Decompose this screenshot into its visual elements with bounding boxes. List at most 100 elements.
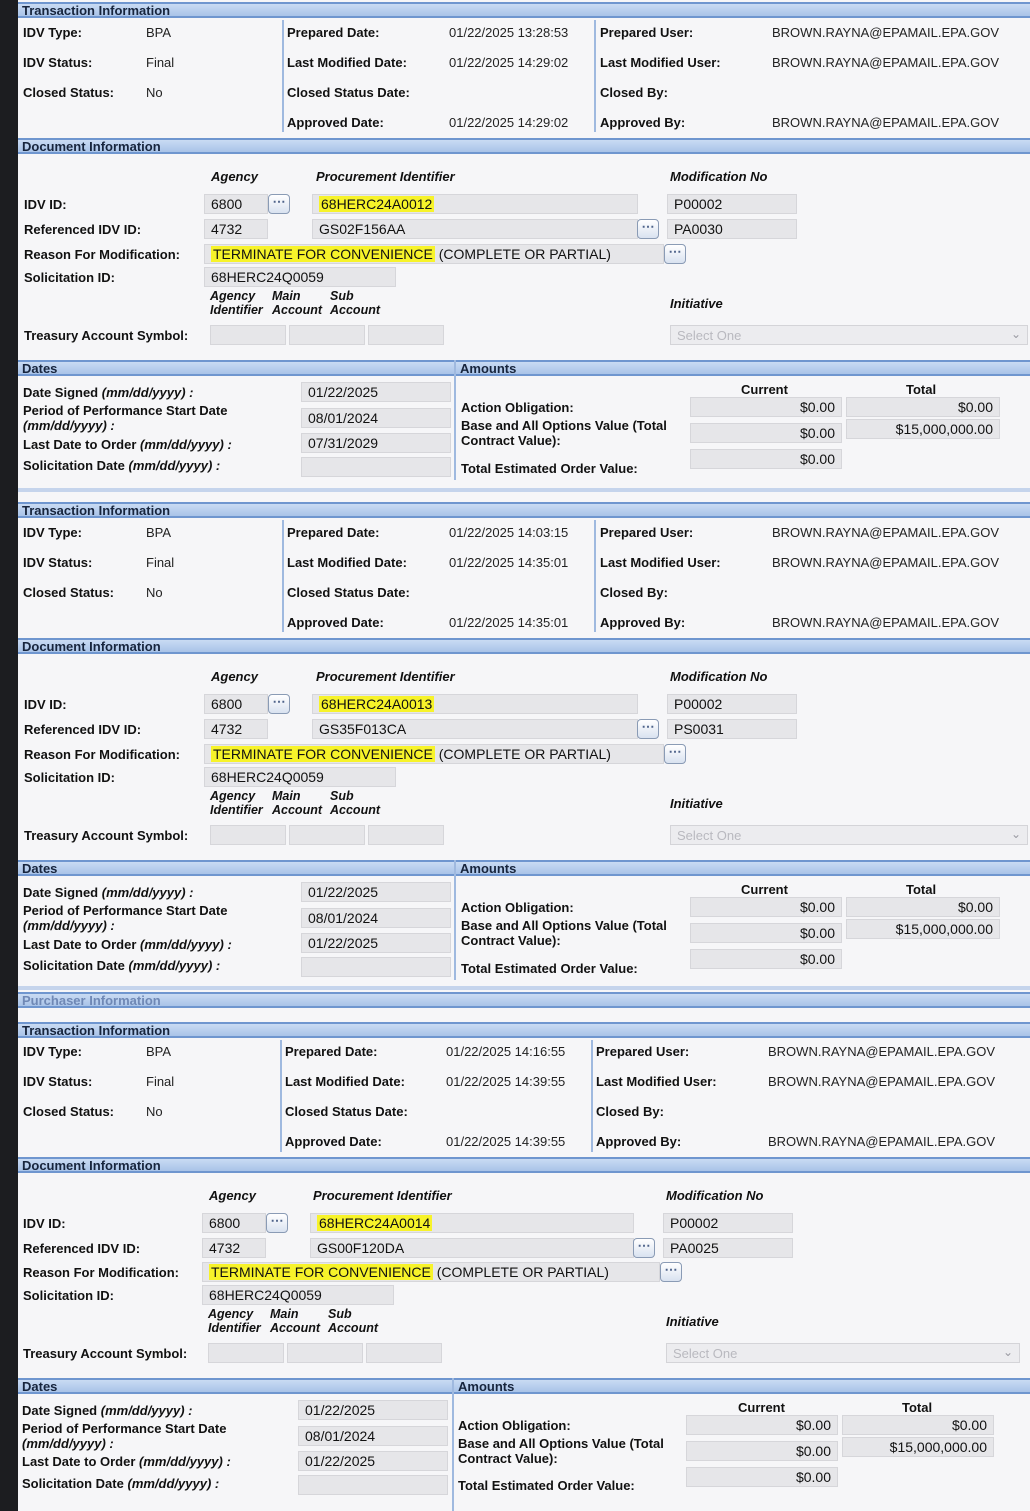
reason-lookup-button[interactable]: ⋯ [664,244,686,264]
tas-agency-input[interactable] [210,325,286,345]
tas-sub-account-line1: Sub [330,289,354,303]
treasury-account-symbol-label: Treasury Account Symbol: [24,328,189,343]
tas-main-account-line2: Account [272,803,322,817]
date-signed-text: Date Signed [22,1403,98,1418]
base-all-options-current: $0.00 [690,423,842,443]
pop-start-text: Period of Performance Start Date [22,1421,227,1436]
purchaser-info-header: Purchaser Information [18,992,1030,1008]
tas-sub-account-input[interactable] [368,825,444,845]
pop-start-field: 08/01/2024 [301,908,451,928]
closed-by-label: Closed By: [600,585,668,600]
tas-sub-account-input[interactable] [368,325,444,345]
solicitation-date-label: Solicitation Date (mm/dd/yyyy) : [23,958,220,973]
tas-agency-identifier-header: Agency Identifier [210,289,263,317]
initiative-select[interactable]: Select One ⌄ [670,825,1028,845]
solicitation-date-field [301,957,451,977]
date-format: (mm/dd/yyyy) : [140,937,232,952]
highlighted-procurement-id: 68HERC24A0014 [317,1215,433,1231]
transaction-info-header: Transaction Information [18,1022,1030,1038]
idv-procurement-id-field: 68HERC24A0014 [310,1213,634,1233]
idv-lookup-button[interactable]: ⋯ [266,1213,288,1233]
closed-status-value: No [146,1104,163,1119]
tas-sub-account-line2: Account [328,1321,378,1335]
idv-type-value: BPA [146,525,172,540]
action-obligation-total: $0.00 [846,897,1000,917]
date-format: (mm/dd/yyyy) : [101,385,194,400]
last-modified-user-label: Last Modified User: [596,1074,717,1089]
solicitation-id-label: Solicitation ID: [23,1288,114,1303]
divider [454,860,456,980]
ref-agency-field: 4732 [202,1238,266,1258]
base-all-options-label: Base and All Options Value (Total Contrac… [461,918,667,948]
pop-start-text: Period of Performance Start Date [23,403,228,418]
total-est-order-current: $0.00 [686,1467,838,1487]
current-column-header: Current [741,882,788,897]
action-obligation-label: Action Obligation: [461,900,574,915]
last-modified-date-label: Last Modified Date: [287,555,407,570]
last-modified-date-value: 01/22/2025 14:35:01 [449,555,569,570]
amounts-header: Amounts [454,1378,1030,1394]
tas-main-account-header: Main Account [272,289,322,317]
treasury-account-symbol-label: Treasury Account Symbol: [23,1346,188,1361]
base-all-options-current: $0.00 [686,1441,838,1461]
reason-lookup-button[interactable]: ⋯ [664,744,686,764]
tas-sub-account-input[interactable] [366,1343,442,1363]
ref-idv-lookup-button[interactable]: ⋯ [633,1238,655,1258]
tas-agency-input[interactable] [210,825,286,845]
chevron-down-icon: ⌄ [1002,1345,1013,1359]
solicitation-date-text: Solicitation Date [22,1476,124,1491]
closed-by-label: Closed By: [600,85,668,100]
highlighted-reason: TERMINATE FOR CONVENIENCE [209,1264,433,1280]
ref-agency-field: 4732 [204,219,268,239]
pop-start-label: Period of Performance Start Date (mm/dd/y… [23,403,227,433]
solicitation-id-field: 68HERC24Q0059 [204,767,396,787]
closed-status-label: Closed Status: [23,85,115,100]
idv-status-value: Final [146,1074,175,1089]
ref-idv-lookup-button[interactable]: ⋯ [637,219,659,239]
approved-by-value: BROWN.RAYNA@EPAMAIL.EPA.GOV [772,615,1000,630]
solicitation-date-label: Solicitation Date (mm/dd/yyyy) : [22,1476,219,1491]
idv-status-label: IDV Status: [23,555,93,570]
referenced-idv-id-label: Referenced IDV ID: [24,222,142,237]
last-date-to-order-field: 07/31/2029 [301,433,451,453]
ref-modification-no-field: PA0030 [667,219,797,239]
reason-lookup-button[interactable]: ⋯ [660,1262,682,1282]
current-column-header: Current [741,382,788,397]
approved-date-label: Approved Date: [285,1134,382,1149]
idv-lookup-button[interactable]: ⋯ [268,194,290,214]
divider [282,20,284,132]
idv-agency-field: 6800 [204,694,268,714]
initiative-select[interactable]: Select One ⌄ [670,325,1028,345]
idv-status-value: Final [146,555,175,570]
approved-by-label: Approved By: [596,1134,682,1149]
agency-column-header: Agency [209,1188,256,1203]
total-est-order-label: Total Estimated Order Value: [458,1478,635,1493]
tas-agency-identifier-line1: Agency [210,289,256,303]
modification-no-column-header: Modification No [666,1188,764,1203]
approved-by-value: BROWN.RAYNA@EPAMAIL.EPA.GOV [772,115,1000,130]
tas-main-account-line2: Account [270,1321,320,1335]
idv-lookup-button[interactable]: ⋯ [268,694,290,714]
idv-modification-no-field: P00002 [667,694,797,714]
last-modified-user-value: BROWN.RAYNA@EPAMAIL.EPA.GOV [772,55,1000,70]
procurement-identifier-column-header: Procurement Identifier [316,669,455,684]
ref-idv-lookup-button[interactable]: ⋯ [637,719,659,739]
tas-main-account-input[interactable] [289,825,365,845]
idv-type-label: IDV Type: [23,25,82,40]
solicitation-id-label: Solicitation ID: [24,270,115,285]
idv-modification-no-field: P00002 [663,1213,793,1233]
date-signed-field: 01/22/2025 [301,382,451,402]
initiative-select[interactable]: Select One ⌄ [666,1343,1020,1363]
base-all-options-line2: Contract Value): [461,433,561,448]
tas-main-account-input[interactable] [287,1343,363,1363]
pop-start-field: 08/01/2024 [298,1426,448,1446]
tas-main-account-input[interactable] [289,325,365,345]
initiative-select-value: Select One [673,1346,738,1361]
highlighted-procurement-id: 68HERC24A0013 [319,696,435,712]
tas-agency-identifier-header: Agency Identifier [210,789,263,817]
idv-record-3: Transaction Information IDV Type: BPA ID… [18,1020,1030,1511]
tas-agency-input[interactable] [208,1343,284,1363]
prepared-date-value: 01/22/2025 14:16:55 [446,1044,566,1059]
closed-by-label: Closed By: [596,1104,664,1119]
ref-procurement-id-field: GS35F013CA [312,719,638,739]
